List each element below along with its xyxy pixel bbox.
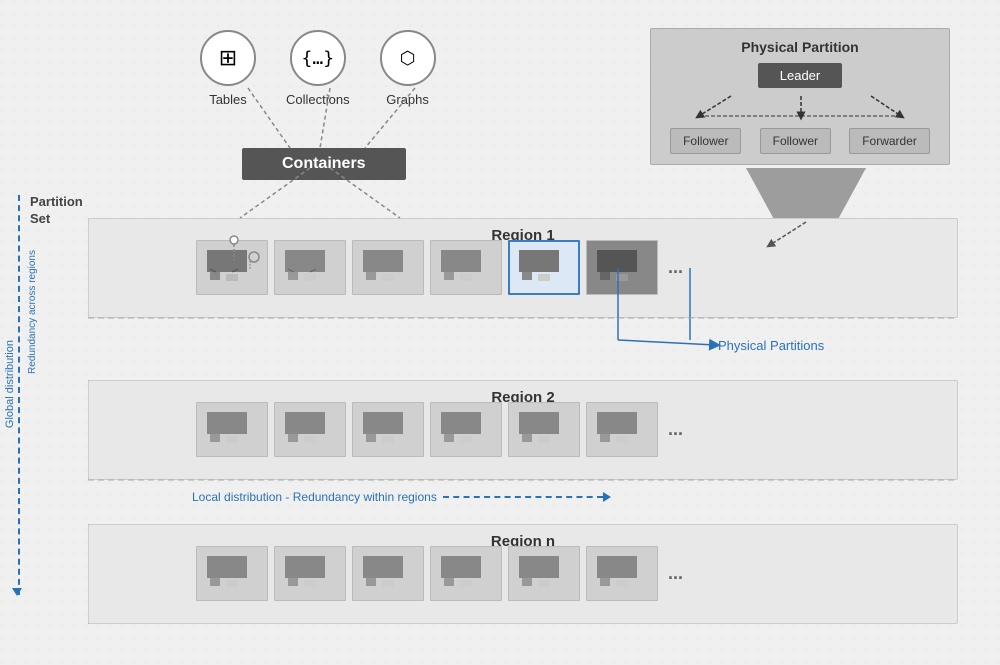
partition-cells-rn: ... (196, 546, 683, 601)
server-svg-r2-6 (592, 409, 652, 451)
more-dots-r1: ... (668, 257, 683, 278)
part-cell-r2-1 (196, 402, 268, 457)
follower-box-2: Follower (760, 128, 831, 154)
leader-row: Leader (661, 63, 939, 88)
physical-partition-title: Physical Partition (661, 39, 939, 55)
server-svg-rn-4 (436, 553, 496, 595)
local-dist-line (443, 496, 603, 498)
server-svg-r2-3 (358, 409, 418, 451)
server-svg-r2-2 (280, 409, 340, 451)
global-dist-line (18, 195, 20, 595)
server-svg-r2-4 (436, 409, 496, 451)
partition-cells-r1: ... (196, 240, 683, 295)
local-dist-arrow (443, 492, 611, 502)
leader-arrows (661, 94, 941, 124)
server-svg-r1-4 (436, 247, 496, 289)
partition-cells-r2: ... (196, 402, 683, 457)
part-cell-rn-5 (508, 546, 580, 601)
graphs-icon: ⬡ (380, 30, 436, 86)
global-dist-label-container: Global distribution (4, 340, 16, 428)
global-dist-label: Global distribution (4, 340, 16, 428)
redundancy-label-container: Redundancy across regions (27, 250, 38, 374)
part-cell-r2-3 (352, 402, 424, 457)
collections-label: Collections (286, 92, 350, 107)
follower-box-1: Follower (670, 128, 741, 154)
server-svg-r1-5 (514, 247, 574, 289)
local-dist-row: Local distribution - Redundancy within r… (192, 490, 611, 504)
part-cell-r1-3 (352, 240, 424, 295)
part-cell-r1-4 (430, 240, 502, 295)
followers-row: Follower Follower Forwarder (661, 128, 939, 154)
tables-icon-item: ⊞ Tables (200, 30, 256, 107)
tables-label: Tables (209, 92, 247, 107)
local-dist-tip (603, 492, 611, 502)
physical-partition-box: Physical Partition Leader Follower Follo… (650, 28, 950, 165)
server-svg-r1-1 (202, 247, 262, 289)
physical-partitions-label: Physical Partitions (718, 338, 824, 353)
server-svg-rn-1 (202, 553, 262, 595)
part-cell-r2-4 (430, 402, 502, 457)
server-svg-r1-6 (592, 247, 652, 289)
collections-icon: {…} (290, 30, 346, 86)
leader-box: Leader (758, 63, 842, 88)
server-svg-r2-1 (202, 409, 262, 451)
part-cell-r1-1 (196, 240, 268, 295)
part-cell-r2-5 (508, 402, 580, 457)
part-cell-r1-5-highlighted (508, 240, 580, 295)
part-cell-rn-3 (352, 546, 424, 601)
local-dist-label: Local distribution - Redundancy within r… (192, 490, 437, 504)
server-svg-r2-5 (514, 409, 574, 451)
part-cell-r2-2 (274, 402, 346, 457)
collections-icon-item: {…} Collections (286, 30, 350, 107)
server-svg-rn-6 (592, 553, 652, 595)
graphs-label: Graphs (386, 92, 429, 107)
server-svg-rn-5 (514, 553, 574, 595)
canvas: ⊞ Tables {…} Collections ⬡ Graphs Contai… (0, 0, 1000, 665)
tables-icon: ⊞ (200, 30, 256, 86)
more-dots-r2: ... (668, 419, 683, 440)
server-svg-r1-2 (280, 247, 340, 289)
redundancy-label: Redundancy across regions (27, 250, 38, 374)
containers-box: Containers (242, 148, 406, 180)
server-svg-rn-3 (358, 553, 418, 595)
funnel-shape (746, 168, 866, 223)
part-cell-r2-6 (586, 402, 658, 457)
part-cell-rn-6 (586, 546, 658, 601)
part-cell-rn-1 (196, 546, 268, 601)
part-cell-r1-6-dark (586, 240, 658, 295)
global-dist-arrow (12, 588, 22, 596)
more-dots-rn: ... (668, 563, 683, 584)
graphs-icon-item: ⬡ Graphs (380, 30, 436, 107)
top-icons-group: ⊞ Tables {…} Collections ⬡ Graphs (200, 30, 436, 107)
part-cell-rn-2 (274, 546, 346, 601)
part-cell-r1-2 (274, 240, 346, 295)
containers-label: Containers (282, 155, 366, 172)
server-svg-rn-2 (280, 553, 340, 595)
server-svg-r1-3 (358, 247, 418, 289)
forwarder-box: Forwarder (849, 128, 930, 154)
part-cell-rn-4 (430, 546, 502, 601)
